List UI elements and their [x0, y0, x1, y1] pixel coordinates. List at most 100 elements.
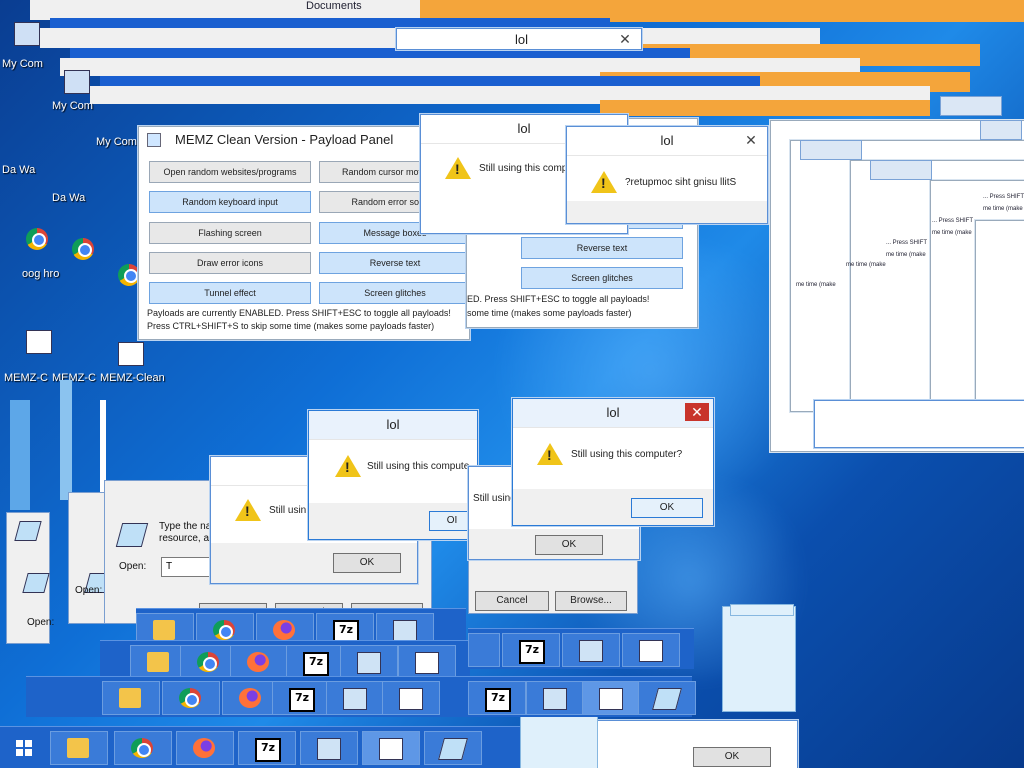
desktop: ... Press SHIFT me time (make ... Press … — [0, 0, 1024, 768]
taskbar-item-network[interactable] — [300, 731, 358, 765]
run-open-label: Open: — [119, 561, 147, 572]
taskbar-item-firefox[interactable] — [230, 645, 288, 679]
firefox-icon — [239, 688, 261, 708]
lol-dialog-reversed: lol ✕ ?retupmoc siht gnisu llitS — [566, 126, 768, 224]
network-monitor-icon — [357, 652, 381, 674]
ghost-status-text: ... Press SHIFT — [932, 218, 974, 224]
dialog-title: lol — [386, 417, 400, 432]
taskbar-item-7zip[interactable]: 7z — [468, 681, 526, 715]
windows-start-icon[interactable] — [16, 740, 32, 756]
desktop-icon-label: oog hro — [22, 268, 60, 280]
memz-icon[interactable] — [118, 342, 144, 366]
ghost-status-text: me time (make — [886, 252, 926, 258]
7zip-icon: 7z — [485, 688, 511, 712]
payload-toggle-screen-glitches[interactable]: Screen glitches — [319, 282, 471, 304]
taskbar-item-7zip[interactable]: 7z — [286, 645, 344, 679]
payload-panel-title: MEMZ Clean Version - Payload Panel — [175, 132, 394, 147]
taskbar-item-7zip[interactable]: 7z — [238, 731, 296, 765]
my-computer-icon[interactable] — [64, 70, 90, 94]
payload-toggle-keyboard[interactable]: Random keyboard input — [149, 191, 311, 213]
payload-toggle-flashing[interactable]: Flashing screen — [149, 222, 311, 244]
chrome-icon — [131, 738, 153, 758]
run-icon — [22, 573, 50, 593]
run-browse-button[interactable]: Browse... — [555, 591, 627, 611]
folder-icon — [153, 620, 175, 640]
taskbar-item-notepad[interactable] — [622, 633, 680, 667]
taskbar-item-network[interactable] — [562, 633, 620, 667]
payload-toggle-reverse-text[interactable]: Reverse text — [521, 237, 683, 259]
glitch-strip-blue — [50, 18, 610, 28]
taskbar-item-network[interactable] — [526, 681, 584, 715]
payload-toggle-error-icons[interactable]: Draw error icons — [149, 252, 311, 274]
dialog-message: Still usin — [269, 505, 307, 516]
desktop-icon-label: Da Wa — [52, 192, 86, 204]
glitch-list-fragment — [730, 604, 794, 616]
taskbar-item-firefox[interactable] — [176, 731, 234, 765]
dialog-titlebar: lol — [309, 411, 477, 440]
glitch-list-fragment — [722, 606, 796, 712]
payload-toggle-reverse-text[interactable]: Reverse text — [319, 252, 471, 274]
lol-dialog-ghost — [814, 400, 1024, 448]
run-icon — [438, 738, 468, 760]
firefox-icon — [273, 620, 295, 640]
run-icon — [652, 688, 682, 710]
close-icon[interactable]: ✕ — [739, 131, 763, 149]
7zip-icon: 7z — [255, 738, 281, 762]
taskbar-item-7zip[interactable]: 7z — [502, 633, 560, 667]
taskbar-item-explorer[interactable] — [102, 681, 160, 715]
ok-button[interactable]: OK — [631, 498, 703, 518]
dialog-message: Still using — [473, 493, 516, 504]
payload-toggle-screen-glitches[interactable]: Screen glitches — [521, 267, 683, 289]
payload-skip-text: Press CTRL+SHIFT+S to skip some time (ma… — [147, 321, 435, 331]
7zip-icon: 7z — [303, 652, 329, 676]
close-icon[interactable]: ✕ — [613, 30, 637, 48]
lol-dialog: lol Still using this compute OI — [308, 410, 478, 540]
run-icon — [14, 521, 42, 541]
warning-icon — [335, 455, 361, 477]
payload-toggle-tunnel[interactable]: Tunnel effect — [149, 282, 311, 304]
close-icon[interactable]: ✕ — [685, 403, 709, 421]
taskbar-main: 7z — [0, 726, 520, 768]
taskbar-item-notepad[interactable] — [362, 731, 420, 765]
taskbar-item-run[interactable] — [424, 731, 482, 765]
desktop-icon-label: MEMZ-C — [52, 372, 96, 384]
chrome-icon[interactable] — [118, 264, 140, 286]
chrome-icon — [179, 688, 201, 708]
taskbar-item-notepad[interactable] — [382, 681, 440, 715]
ok-button[interactable]: OK — [333, 553, 401, 573]
dialog-title: lol — [660, 133, 674, 148]
run-description: resource, an — [159, 533, 215, 544]
run-open-label: Open: — [27, 617, 55, 628]
ghost-button — [870, 160, 932, 180]
7zip-icon: 7z — [289, 688, 315, 712]
taskbar-item-explorer[interactable] — [50, 731, 108, 765]
notepad-icon — [639, 640, 663, 662]
memz-icon[interactable] — [26, 330, 52, 354]
taskbar-item-network[interactable] — [326, 681, 384, 715]
taskbar-item-run[interactable] — [638, 681, 696, 715]
glitch-list-fragment — [520, 712, 598, 768]
run-cancel-button[interactable]: Cancel — [475, 591, 549, 611]
taskbar-item-network[interactable] — [340, 645, 398, 679]
dialog-button-area: OI — [309, 503, 477, 539]
glitch-strip-blue — [100, 76, 760, 86]
ghost-status-text: ... Press SHIFT — [886, 240, 928, 246]
taskbar-item-chrome[interactable] — [162, 681, 220, 715]
desktop-icon-label: My Com — [96, 136, 137, 148]
taskbar-item-chrome[interactable] — [114, 731, 172, 765]
chrome-icon[interactable] — [72, 238, 94, 260]
payload-toggle-open-websites[interactable]: Open random websites/programs — [149, 161, 311, 183]
ok-button[interactable]: OK — [535, 535, 603, 555]
ok-button[interactable]: OK — [693, 747, 771, 767]
taskbar-item-firefox[interactable] — [468, 633, 500, 667]
taskbar-item-notepad[interactable] — [398, 645, 456, 679]
taskbar-item-notepad[interactable] — [582, 681, 640, 715]
firefox-icon — [193, 738, 215, 758]
network-monitor-icon — [393, 620, 417, 642]
ghost-status-text: me time (make — [983, 206, 1023, 212]
chrome-icon[interactable] — [26, 228, 48, 250]
ghost-button — [800, 140, 862, 160]
my-computer-icon[interactable] — [14, 22, 40, 46]
run-open-label: Open: — [75, 585, 103, 596]
taskbar-item-7zip[interactable]: 7z — [272, 681, 330, 715]
